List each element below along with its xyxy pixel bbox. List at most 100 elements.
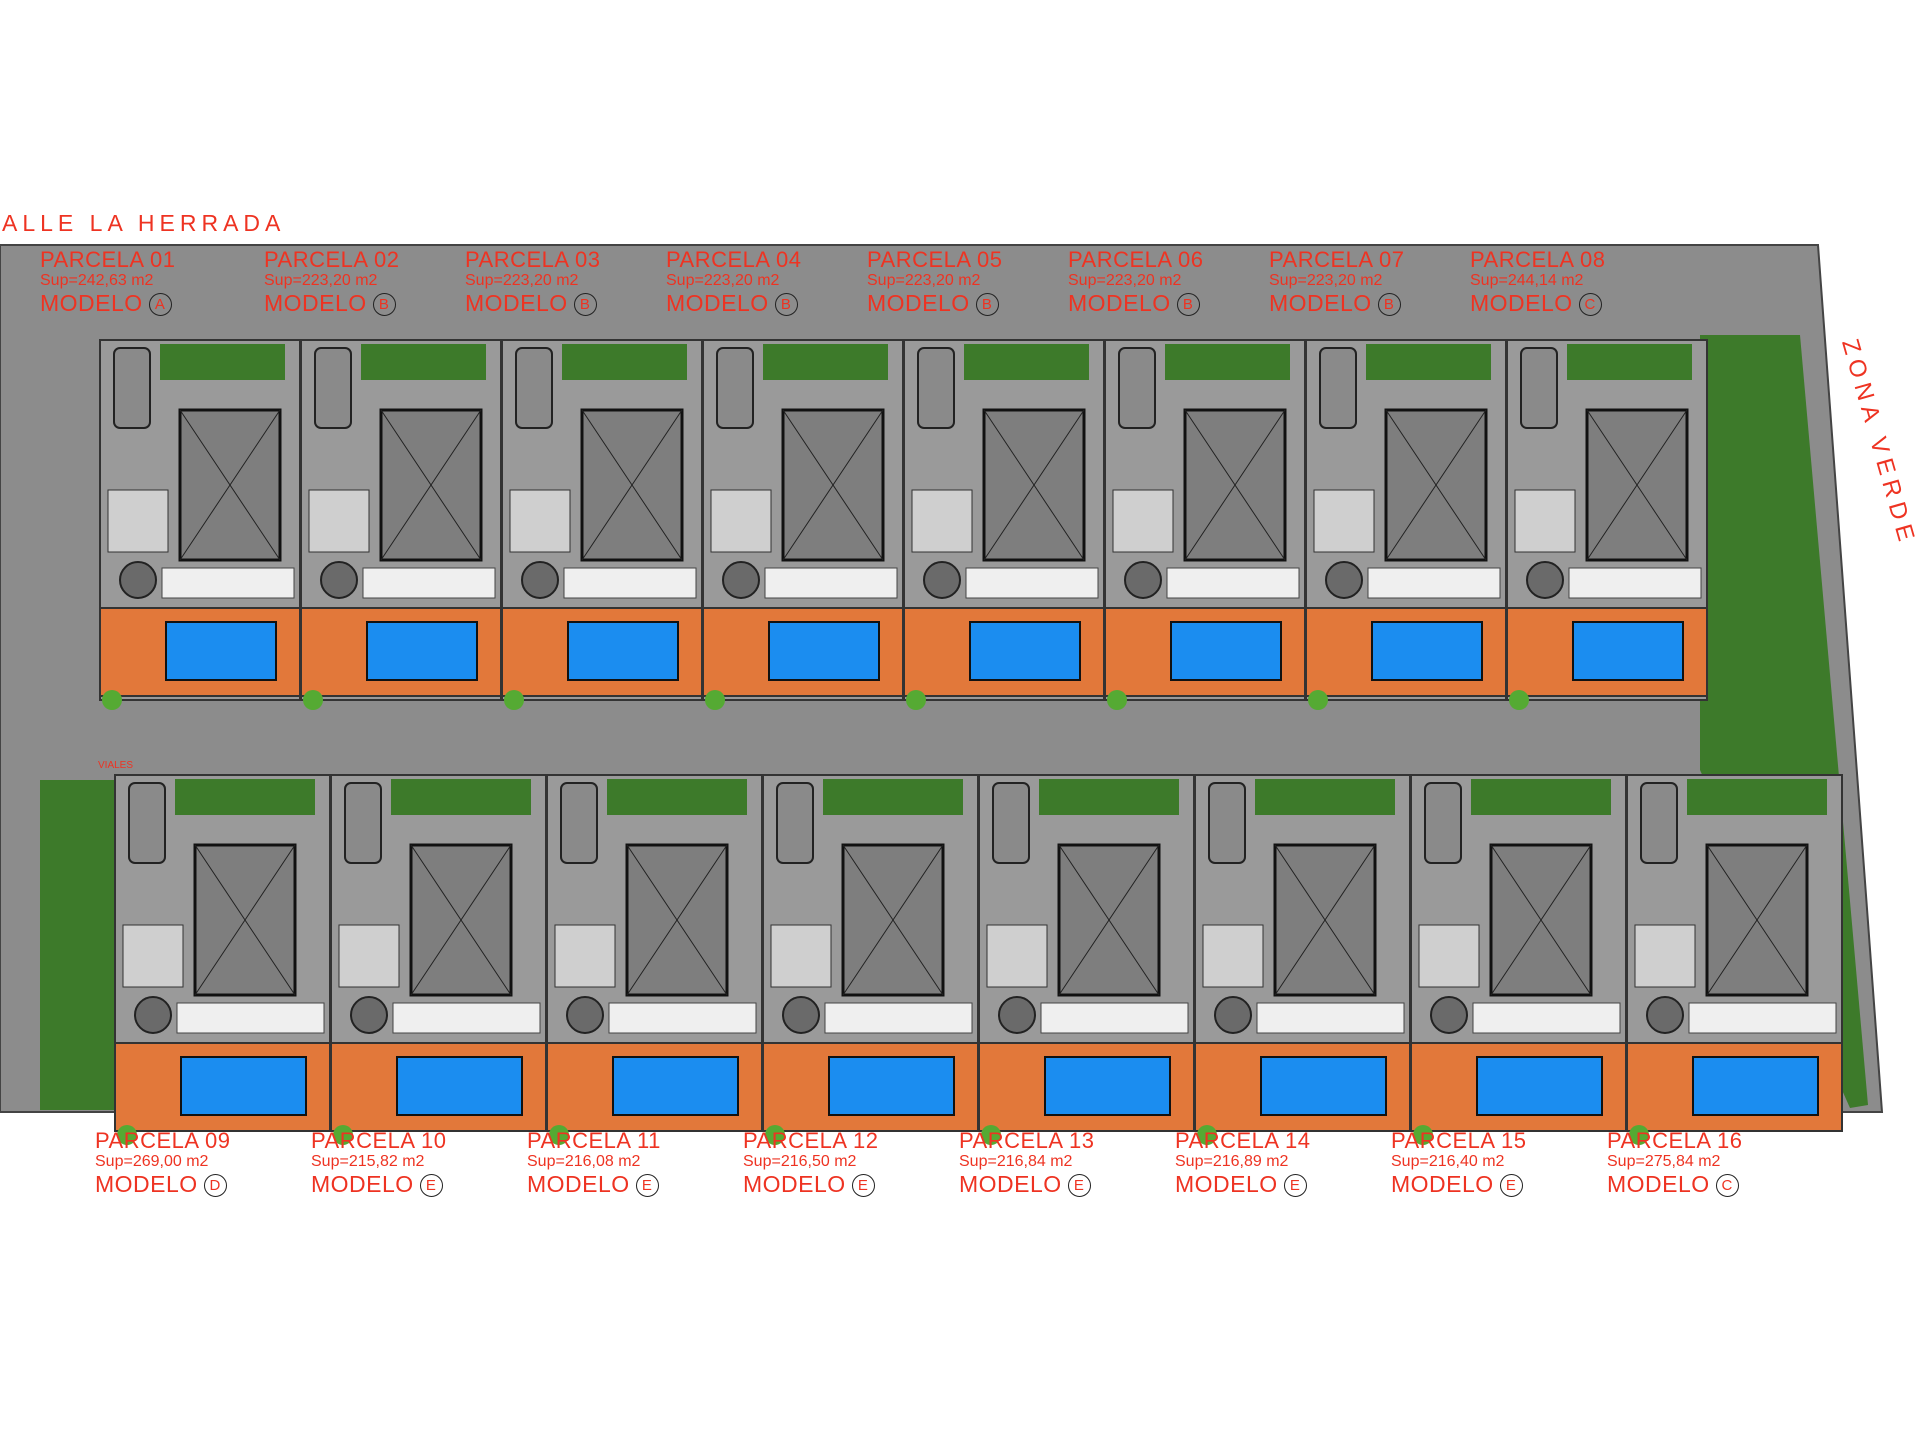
garden bbox=[1039, 779, 1179, 815]
walkway bbox=[161, 567, 295, 599]
parcel-name: PARCELA 12 bbox=[743, 1128, 879, 1153]
model-letter-circle: B bbox=[1176, 293, 1200, 316]
parcel-name: PARCELA 06 bbox=[1068, 247, 1204, 272]
model-letter-circle: E bbox=[851, 1174, 875, 1197]
parcel-label-top-8: PARCELA 08 Sup=244,14 m2 MODELO C bbox=[1470, 249, 1690, 316]
parcel-area: Sup=275,84 m2 bbox=[1607, 1153, 1721, 1170]
plot-bottom-8 bbox=[1626, 774, 1843, 1145]
plot-bottom-5 bbox=[978, 774, 1195, 1145]
model-letter-circle: B bbox=[975, 293, 999, 316]
car-icon bbox=[1118, 347, 1156, 429]
walkway bbox=[1367, 567, 1501, 599]
parcel-name: PARCELA 14 bbox=[1175, 1128, 1311, 1153]
parcel-area: Sup=216,40 m2 bbox=[1391, 1153, 1505, 1170]
walkway bbox=[824, 1002, 973, 1034]
plot-top-4 bbox=[702, 339, 904, 710]
walkway bbox=[1166, 567, 1300, 599]
plot-bottom-3 bbox=[546, 774, 763, 1145]
top-row-plots bbox=[99, 339, 1708, 710]
parcel-model: MODELO E bbox=[1175, 1173, 1395, 1197]
parcel-name: PARCELA 04 bbox=[666, 247, 802, 272]
plot-top-7 bbox=[1305, 339, 1507, 710]
plot-bottom-7 bbox=[1410, 774, 1627, 1145]
parcel-model: MODELO B bbox=[465, 292, 685, 316]
plot-top-6 bbox=[1104, 339, 1306, 710]
car-icon bbox=[1208, 782, 1246, 864]
street-label-top: ALLE LA HERRADA bbox=[2, 210, 286, 236]
parcel-label-top-4: PARCELA 04 Sup=223,20 m2 MODELO B bbox=[666, 249, 886, 316]
model-label: MODELO bbox=[527, 1171, 630, 1197]
tree-icon bbox=[566, 996, 604, 1034]
walkway bbox=[608, 1002, 757, 1034]
parcel-area: Sup=216,50 m2 bbox=[743, 1153, 857, 1170]
garden bbox=[1255, 779, 1395, 815]
pool bbox=[180, 1056, 307, 1116]
model-letter-circle: A bbox=[148, 293, 172, 316]
plot-bottom-4 bbox=[762, 774, 979, 1145]
pool bbox=[969, 621, 1081, 681]
pool bbox=[567, 621, 679, 681]
parcel-area: Sup=216,08 m2 bbox=[527, 1153, 641, 1170]
parcel-area: Sup=223,20 m2 bbox=[666, 272, 780, 289]
tree-icon bbox=[1430, 996, 1468, 1034]
patio bbox=[1313, 489, 1375, 553]
garden bbox=[175, 779, 315, 815]
garden bbox=[160, 344, 285, 380]
tree-icon bbox=[1325, 561, 1363, 599]
patio bbox=[1514, 489, 1576, 553]
model-label: MODELO bbox=[1269, 290, 1372, 316]
garden bbox=[1687, 779, 1827, 815]
bush-icon bbox=[102, 690, 122, 710]
model-letter-circle: D bbox=[203, 1174, 227, 1197]
parcel-name: PARCELA 15 bbox=[1391, 1128, 1527, 1153]
pool bbox=[1371, 621, 1483, 681]
tree-icon bbox=[923, 561, 961, 599]
model-letter-circle: B bbox=[573, 293, 597, 316]
tree-icon bbox=[350, 996, 388, 1034]
walkway bbox=[764, 567, 898, 599]
patio bbox=[770, 924, 832, 988]
patio bbox=[710, 489, 772, 553]
tree-icon bbox=[998, 996, 1036, 1034]
patio bbox=[911, 489, 973, 553]
car-icon bbox=[128, 782, 166, 864]
walkway bbox=[965, 567, 1099, 599]
plot-top-1 bbox=[99, 339, 301, 710]
model-label: MODELO bbox=[264, 290, 367, 316]
model-label: MODELO bbox=[1391, 1171, 1494, 1197]
car-icon bbox=[344, 782, 382, 864]
tree-icon bbox=[1526, 561, 1564, 599]
parcel-name: PARCELA 03 bbox=[465, 247, 601, 272]
parcel-area: Sup=244,14 m2 bbox=[1470, 272, 1584, 289]
parcel-model: MODELO C bbox=[1470, 292, 1690, 316]
parcel-model: MODELO E bbox=[311, 1173, 531, 1197]
parcel-name: PARCELA 08 bbox=[1470, 247, 1606, 272]
walkway bbox=[1256, 1002, 1405, 1034]
walkway bbox=[563, 567, 697, 599]
pool bbox=[366, 621, 478, 681]
model-letter-circle: C bbox=[1715, 1174, 1739, 1197]
patio bbox=[1112, 489, 1174, 553]
patio bbox=[554, 924, 616, 988]
tree-icon bbox=[521, 561, 559, 599]
walkway bbox=[176, 1002, 325, 1034]
patio bbox=[338, 924, 400, 988]
parcel-model: MODELO E bbox=[1391, 1173, 1611, 1197]
parcel-area: Sup=242,63 m2 bbox=[40, 272, 154, 289]
garden bbox=[1471, 779, 1611, 815]
garden bbox=[607, 779, 747, 815]
car-icon bbox=[515, 347, 553, 429]
tree-icon bbox=[320, 561, 358, 599]
parcel-model: MODELO E bbox=[959, 1173, 1179, 1197]
car-icon bbox=[1319, 347, 1357, 429]
model-label: MODELO bbox=[465, 290, 568, 316]
car-icon bbox=[1640, 782, 1678, 864]
tree-icon bbox=[1646, 996, 1684, 1034]
model-label: MODELO bbox=[867, 290, 970, 316]
walkway bbox=[1472, 1002, 1621, 1034]
green-zone-left bbox=[40, 780, 115, 1110]
parcel-label-bottom-3: PARCELA 11 Sup=216,08 m2 MODELO E bbox=[527, 1130, 747, 1197]
parcel-label-bottom-4: PARCELA 12 Sup=216,50 m2 MODELO E bbox=[743, 1130, 963, 1197]
parcel-label-bottom-2: PARCELA 10 Sup=215,82 m2 MODELO E bbox=[311, 1130, 531, 1197]
bottom-row-plots bbox=[114, 774, 1843, 1145]
